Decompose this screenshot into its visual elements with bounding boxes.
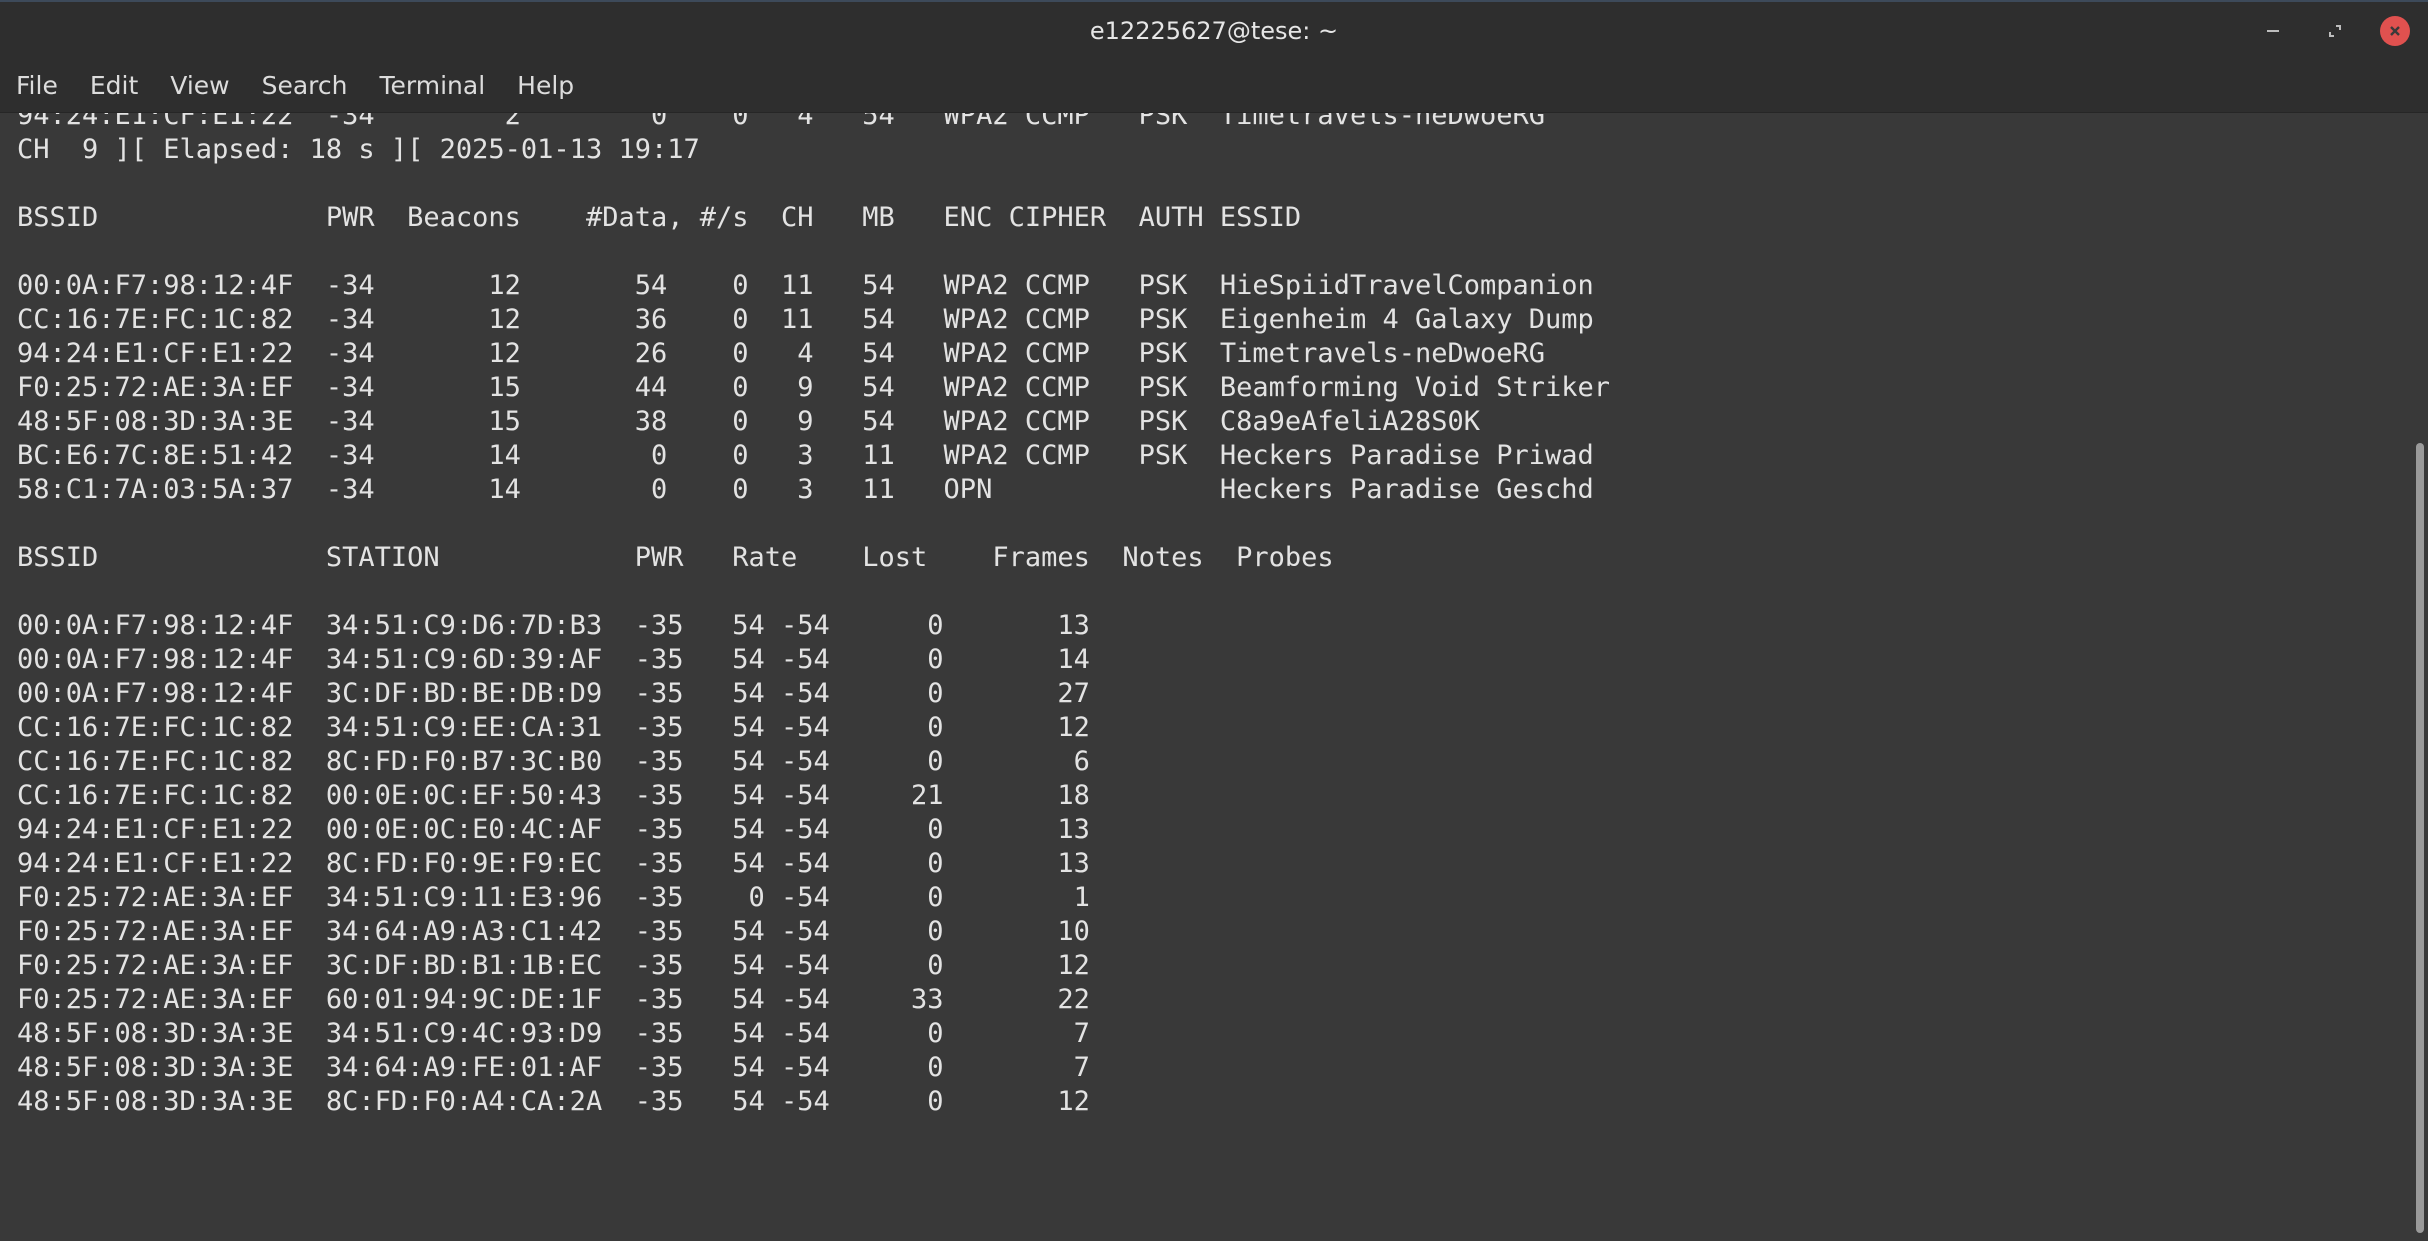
terminal-line: F0:25:72:AE:3A:EF 3C:DF:BD:B1:1B:EC -35 … <box>17 950 1090 981</box>
menu-edit[interactable]: Edit <box>74 58 154 113</box>
terminal-line: 94:24:E1:CF:E1:22 00:0E:0C:E0:4C:AF -35 … <box>17 814 1090 845</box>
terminal-line: 48:5F:08:3D:3A:3E 34:64:A9:FE:01:AF -35 … <box>17 1052 1090 1083</box>
window-controls <box>2228 2 2428 60</box>
terminal-line: F0:25:72:AE:3A:EF 60:01:94:9C:DE:1F -35 … <box>17 984 1090 1015</box>
title-bar[interactable]: e12225627@tese: ~ <box>0 0 2428 58</box>
terminal-line: 48:5F:08:3D:3A:3E 8C:FD:F0:A4:CA:2A -35 … <box>17 1086 1090 1117</box>
terminal-line: CH 9 ][ Elapsed: 18 s ][ 2025-01-13 19:1… <box>17 134 700 165</box>
terminal-line: 48:5F:08:3D:3A:3E 34:51:C9:4C:93:D9 -35 … <box>17 1018 1090 1049</box>
minimize-button[interactable] <box>2256 14 2290 48</box>
menu-file[interactable]: File <box>0 58 74 113</box>
terminal-line: BSSID PWR Beacons #Data, #/s CH MB ENC C… <box>17 202 1302 233</box>
terminal-line: 00:0A:F7:98:12:4F 34:51:C9:D6:7D:B3 -35 … <box>17 610 1090 641</box>
scrollbar[interactable] <box>2410 113 2428 1241</box>
terminal-line: F0:25:72:AE:3A:EF 34:64:A9:A3:C1:42 -35 … <box>17 916 1090 947</box>
close-icon <box>2390 26 2400 36</box>
minimize-icon <box>2267 30 2279 32</box>
terminal-line: CC:16:7E:FC:1C:82 00:0E:0C:EF:50:43 -35 … <box>17 780 1090 811</box>
terminal-line: 00:0A:F7:98:12:4F -34 12 54 0 11 54 WPA2… <box>17 270 1594 301</box>
terminal-window: e12225627@tese: ~ File Edit View Search … <box>0 0 2428 1241</box>
terminal-line: BSSID STATION PWR Rate Lost Frames Notes… <box>17 542 1334 573</box>
menu-bar: File Edit View Search Terminal Help <box>0 58 2428 113</box>
scrollbar-thumb[interactable] <box>2416 443 2424 1233</box>
terminal-line: 94:24:E1:CF:E1:22 -34 12 26 0 4 54 WPA2 … <box>17 338 1546 369</box>
terminal-output[interactable]: 94:24:E1:CF:E1:22 -34 2 0 0 4 54 WPA2 CC… <box>0 113 2410 1241</box>
terminal-line: 58:C1:7A:03:5A:37 -34 14 0 0 3 11 OPN He… <box>17 474 1594 505</box>
terminal-line: 48:5F:08:3D:3A:3E -34 15 38 0 9 54 WPA2 … <box>17 406 1480 437</box>
menu-view[interactable]: View <box>154 58 245 113</box>
maximize-icon <box>2329 25 2341 37</box>
menu-search[interactable]: Search <box>246 58 364 113</box>
terminal-line: CC:16:7E:FC:1C:82 34:51:C9:EE:CA:31 -35 … <box>17 712 1090 743</box>
terminal-line: BC:E6:7C:8E:51:42 -34 14 0 0 3 11 WPA2 C… <box>17 440 1594 471</box>
terminal-line: 94:24:E1:CF:E1:22 8C:FD:F0:9E:F9:EC -35 … <box>17 848 1090 879</box>
menu-help[interactable]: Help <box>501 58 590 113</box>
terminal-line: F0:25:72:AE:3A:EF -34 15 44 0 9 54 WPA2 … <box>17 372 1611 403</box>
terminal-line: CC:16:7E:FC:1C:82 8C:FD:F0:B7:3C:B0 -35 … <box>17 746 1090 777</box>
close-button[interactable] <box>2380 16 2410 46</box>
terminal-line: 00:0A:F7:98:12:4F 3C:DF:BD:BE:DB:D9 -35 … <box>17 678 1090 709</box>
maximize-button[interactable] <box>2318 14 2352 48</box>
terminal-line: 00:0A:F7:98:12:4F 34:51:C9:6D:39:AF -35 … <box>17 644 1090 675</box>
menu-terminal[interactable]: Terminal <box>363 58 501 113</box>
terminal-line: F0:25:72:AE:3A:EF 34:51:C9:11:E3:96 -35 … <box>17 882 1090 913</box>
terminal-line: CC:16:7E:FC:1C:82 -34 12 36 0 11 54 WPA2… <box>17 304 1594 335</box>
terminal-line: 94:24:E1:CF:E1:22 -34 2 0 0 4 54 WPA2 CC… <box>17 113 1546 131</box>
window-title: e12225627@tese: ~ <box>1089 17 1339 45</box>
